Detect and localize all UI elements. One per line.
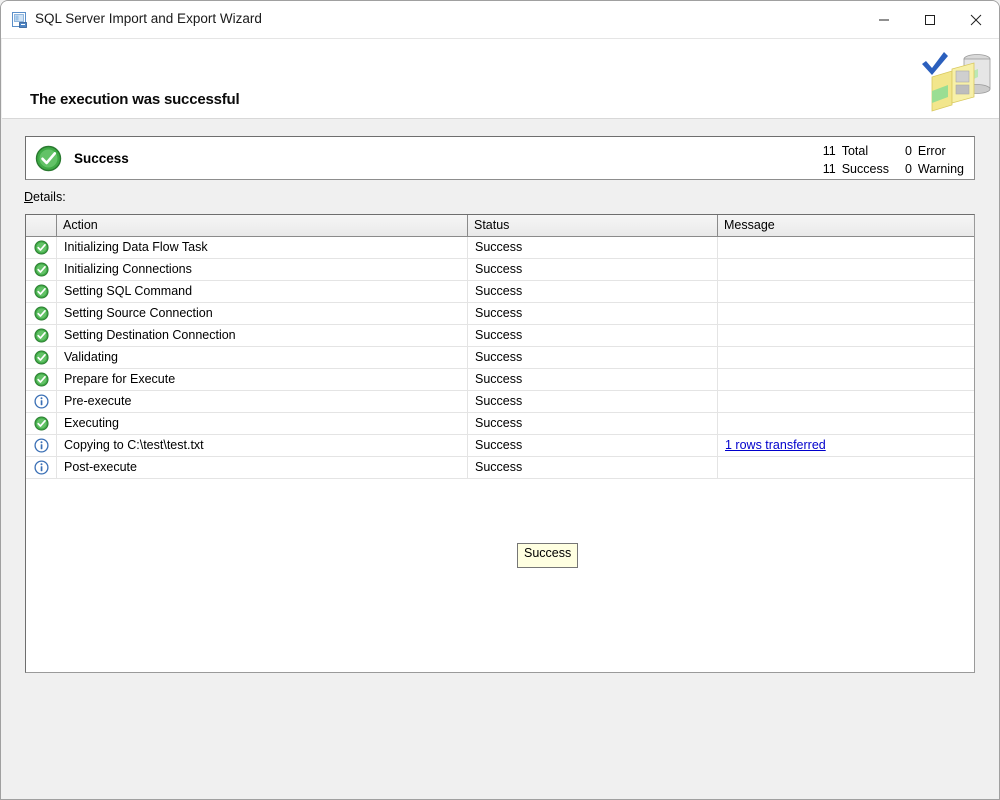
table-row[interactable]: Setting Source ConnectionSuccess xyxy=(26,303,974,325)
error-count-label: Error xyxy=(918,142,966,160)
close-icon[interactable] xyxy=(953,1,999,39)
cell-status: Success xyxy=(468,391,718,412)
title-bar: SQL Server Import and Export Wizard xyxy=(1,1,999,39)
cell-status: Success xyxy=(468,259,718,280)
cell-message xyxy=(718,303,973,324)
warning-count-value: 0 xyxy=(905,160,918,178)
cell-message: 1 rows transferred xyxy=(718,435,973,456)
success-check-icon xyxy=(35,145,62,172)
cell-status: Success xyxy=(468,237,718,258)
success-check-icon xyxy=(26,237,57,258)
table-row[interactable]: Copying to C:\test\test.txtSuccess 1 rows… xyxy=(26,435,974,457)
grid-rows: Initializing Data Flow TaskSuccessInitia… xyxy=(26,237,974,479)
cell-message xyxy=(718,347,973,368)
maximize-icon[interactable] xyxy=(907,1,953,39)
cell-status: Success xyxy=(468,369,718,390)
window-controls xyxy=(861,1,999,39)
info-icon xyxy=(26,457,57,478)
column-header-status[interactable]: Status xyxy=(468,215,718,236)
cell-action: Setting SQL Command xyxy=(57,281,468,302)
summary-counts: 11 Total 0 Error 11 Success 0 Warning xyxy=(823,142,966,178)
success-check-icon xyxy=(26,413,57,434)
success-count-value: 11 xyxy=(823,160,842,178)
column-header-icon[interactable] xyxy=(26,215,57,236)
details-grid[interactable]: Action Status Message Initializing Data … xyxy=(25,214,975,673)
table-row[interactable]: Prepare for ExecuteSuccess xyxy=(26,369,974,391)
cell-action: Post-execute xyxy=(57,457,468,478)
info-icon xyxy=(26,435,57,456)
success-check-icon xyxy=(26,325,57,346)
details-label-rest: etails: xyxy=(33,190,66,204)
cell-action: Copying to C:\test\test.txt xyxy=(57,435,468,456)
cell-status: Success xyxy=(468,303,718,324)
table-row[interactable]: Pre-executeSuccess xyxy=(26,391,974,413)
cell-message xyxy=(718,457,973,478)
cell-action: Setting Destination Connection xyxy=(57,325,468,346)
cell-status: Success xyxy=(468,435,718,456)
cell-status: Success xyxy=(468,347,718,368)
minimize-icon[interactable] xyxy=(861,1,907,39)
success-check-icon xyxy=(26,281,57,302)
cell-message xyxy=(718,281,973,302)
wizard-window: SQL Server Import and Export Wizard The … xyxy=(0,0,1000,800)
details-label: Details: xyxy=(24,190,66,204)
table-row[interactable]: Post-executeSuccess xyxy=(26,457,974,479)
table-row[interactable]: Initializing ConnectionsSuccess xyxy=(26,259,974,281)
cell-action: Initializing Connections xyxy=(57,259,468,280)
cell-message xyxy=(718,259,973,280)
cell-status: Success xyxy=(468,413,718,434)
column-header-message[interactable]: Message xyxy=(718,215,973,236)
cell-action: Validating xyxy=(57,347,468,368)
table-row[interactable]: ValidatingSuccess xyxy=(26,347,974,369)
cell-message xyxy=(718,413,973,434)
warning-count-label: Warning xyxy=(918,160,966,178)
cell-action: Initializing Data Flow Task xyxy=(57,237,468,258)
total-count-value: 11 xyxy=(823,142,842,160)
cell-message xyxy=(718,325,973,346)
success-check-icon xyxy=(26,259,57,280)
details-label-accel: D xyxy=(24,190,33,204)
cell-action: Executing xyxy=(57,413,468,434)
total-count-label: Total xyxy=(842,142,905,160)
cell-action: Prepare for Execute xyxy=(57,369,468,390)
cell-message xyxy=(718,237,973,258)
cell-status: Success xyxy=(468,281,718,302)
table-row[interactable]: Setting Destination ConnectionSuccess xyxy=(26,325,974,347)
table-row[interactable]: Setting SQL CommandSuccess xyxy=(26,281,974,303)
summary-status-label: Success xyxy=(74,151,129,166)
rows-transferred-link[interactable]: 1 rows transferred xyxy=(725,438,826,452)
page-title: The execution was successful xyxy=(30,91,239,108)
table-row[interactable]: Initializing Data Flow TaskSuccess xyxy=(26,237,974,259)
success-count-label: Success xyxy=(842,160,905,178)
window-title: SQL Server Import and Export Wizard xyxy=(35,11,262,26)
summary-panel: Success 11 Total 0 Error 11 Success 0 Wa… xyxy=(25,136,975,180)
table-row[interactable]: ExecutingSuccess xyxy=(26,413,974,435)
wizard-document-icon xyxy=(11,11,29,29)
cell-message xyxy=(718,369,973,390)
success-check-icon xyxy=(26,303,57,324)
status-tooltip: Success xyxy=(517,543,578,568)
cell-status: Success xyxy=(468,457,718,478)
grid-header-row: Action Status Message xyxy=(26,215,974,237)
success-check-icon xyxy=(26,369,57,390)
success-check-icon xyxy=(26,347,57,368)
cell-action: Pre-execute xyxy=(57,391,468,412)
cell-action: Setting Source Connection xyxy=(57,303,468,324)
cell-status: Success xyxy=(468,325,718,346)
dialog-body: Success 11 Total 0 Error 11 Success 0 Wa… xyxy=(2,120,1000,800)
cell-message xyxy=(718,391,973,412)
import-export-success-icon xyxy=(918,47,996,115)
header-band: The execution was successful xyxy=(2,39,1000,119)
info-icon xyxy=(26,391,57,412)
column-header-action[interactable]: Action xyxy=(57,215,468,236)
error-count-value: 0 xyxy=(905,142,918,160)
